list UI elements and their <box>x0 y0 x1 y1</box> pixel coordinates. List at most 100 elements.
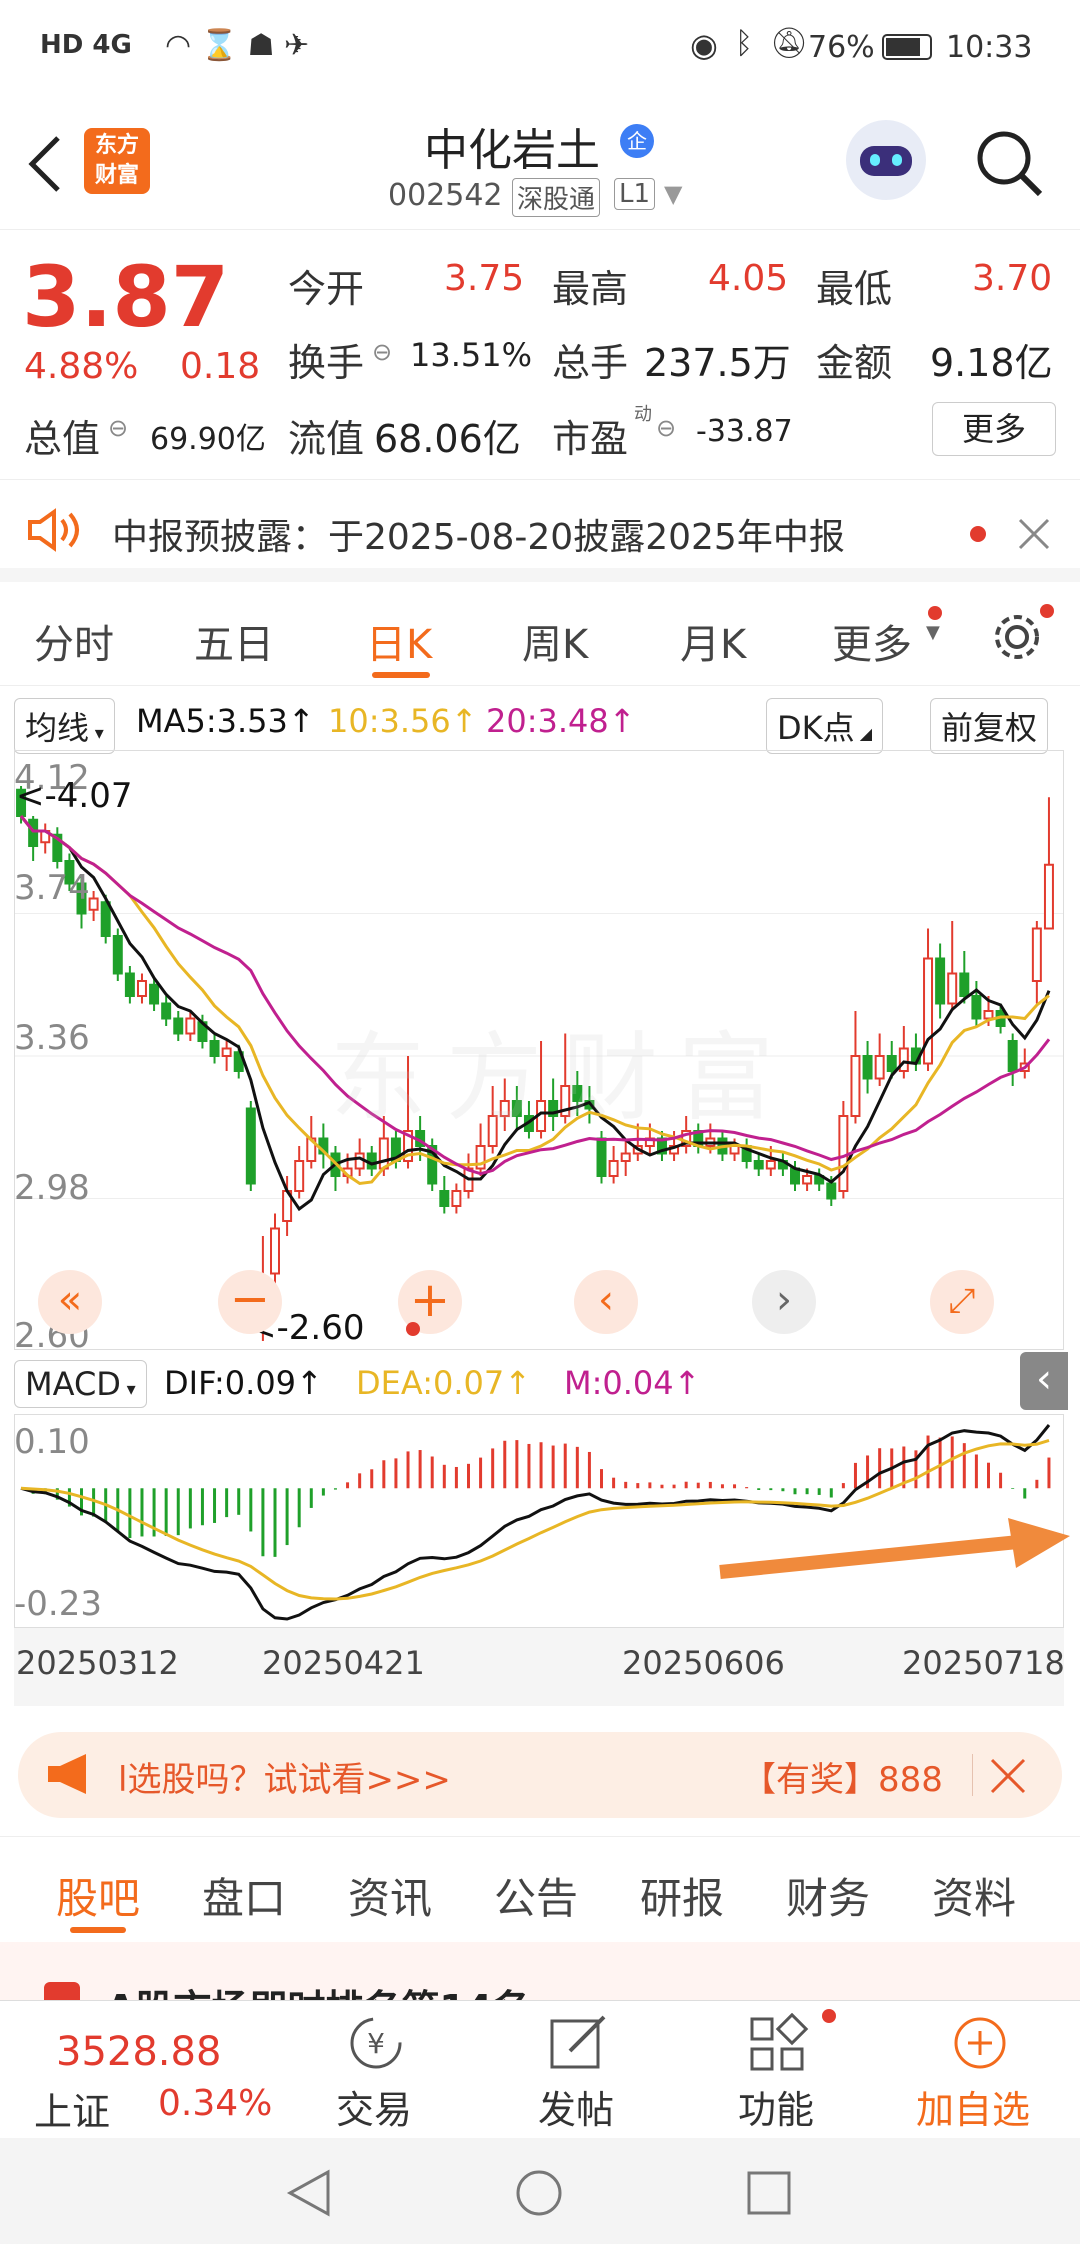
scroll-start-button[interactable]: « <box>38 1270 102 1334</box>
adjust-button[interactable]: 前复权 <box>930 698 1049 754</box>
nav-trade-label: 交易 <box>336 2088 413 2132</box>
recents-square-icon[interactable] <box>744 2168 794 2218</box>
chevron-down-icon: ▼ <box>926 622 940 643</box>
candle-body <box>1031 927 1042 982</box>
candle-body <box>100 901 111 937</box>
close-icon[interactable] <box>990 1758 1026 1794</box>
nav-trade[interactable]: ¥ 交易 <box>322 2007 428 2133</box>
notice-text: 中报预披露：于2025-08-20披露2025年中报 <box>112 517 845 558</box>
tab-orderbook[interactable]: 盘口 <box>202 1865 286 1926</box>
collapse-tab[interactable]: ‹ <box>1020 1352 1068 1410</box>
promo-reward: 【有奖】888 <box>742 1760 943 1800</box>
ma-selector[interactable]: 均线 ▾ <box>14 698 115 754</box>
candle-body <box>826 1182 837 1200</box>
ranking-icon <box>44 1982 80 2000</box>
mktcap-value: 69.90亿 <box>150 422 266 457</box>
prev-button[interactable]: ‹ <box>574 1270 638 1334</box>
ma10-text: 10:3.56 <box>328 702 451 740</box>
candle-body <box>28 818 39 847</box>
tab-profile[interactable]: 资料 <box>932 1865 1016 1926</box>
dk-point-button[interactable]: DK点 ◢ <box>766 698 884 754</box>
max-price-note: <-4.07 <box>16 776 133 816</box>
tab-announcements[interactable]: 公告 <box>494 1865 578 1926</box>
macd-selector-label: MACD <box>25 1365 121 1403</box>
y-label-3: 3.36 <box>14 1018 90 1058</box>
nav-functions[interactable]: 功能 <box>724 2007 836 2133</box>
macd-selector[interactable]: MACD ▾ <box>14 1360 147 1408</box>
tab-weekly-k[interactable]: 周K <box>522 612 588 670</box>
candle-body <box>378 1137 389 1170</box>
trend-arrow-annotation <box>719 1518 1070 1579</box>
date-label-4: 20250718 <box>902 1644 1065 1682</box>
tab-forum[interactable]: 股吧 <box>56 1865 140 1926</box>
tab-news[interactable]: 资讯 <box>348 1865 432 1926</box>
m-text: M:0.04 <box>564 1364 674 1402</box>
promo-banner[interactable]: l选股吗？试试看>>> 【有奖】888 <box>18 1732 1062 1818</box>
back-triangle-icon[interactable] <box>284 2168 334 2218</box>
speaker-icon <box>28 508 79 552</box>
ranking-text: A股市场即时排名第14名 <box>106 1978 530 2000</box>
tab-five-day[interactable]: 五日 <box>194 612 274 670</box>
turnover-label: 换手 <box>288 341 365 385</box>
low-value: 3.70 <box>972 258 1053 299</box>
mktcap-label: 总值 <box>24 417 101 461</box>
info-icon[interactable]: ⊖ <box>108 414 128 442</box>
index-value: 3528.88 <box>56 2029 222 2075</box>
ranking-peek[interactable]: A股市场即时排名第14名 <box>0 1942 1080 2000</box>
app-logo[interactable]: 东方 财富 <box>84 128 150 194</box>
high-value: 4.05 <box>708 258 789 299</box>
trade-icon: ¥ <box>350 2017 402 2069</box>
quote-panel: 3.87 4.88% 0.18 今开 3.75 最高 4.05 最低 3.70 … <box>0 232 1080 480</box>
dropdown-icon[interactable]: ▼ <box>664 180 682 208</box>
dif-text: DIF:0.09 <box>164 1364 297 1402</box>
candle-body <box>765 1160 776 1170</box>
tab-monthly-k[interactable]: 月K <box>680 612 746 670</box>
gear-icon[interactable] <box>990 610 1044 664</box>
info-icon[interactable]: ⊖ <box>656 414 676 442</box>
nav-post-label: 发帖 <box>538 2088 615 2132</box>
info-icon[interactable]: ⊖ <box>372 338 392 366</box>
close-icon[interactable] <box>1018 518 1050 550</box>
search-icon[interactable] <box>974 128 1046 200</box>
tab-more[interactable]: 更多 <box>832 612 912 670</box>
home-circle-icon[interactable] <box>514 2168 564 2218</box>
back-icon[interactable] <box>24 134 64 194</box>
nav-add-watchlist[interactable]: 加自选 <box>910 2007 1050 2133</box>
assistant-avatar[interactable] <box>846 120 926 200</box>
nav-post[interactable]: 发帖 <box>524 2007 630 2133</box>
next-button[interactable]: › <box>752 1270 816 1334</box>
zoom-out-button[interactable]: − <box>218 1270 282 1334</box>
fullscreen-icon[interactable]: ⤢ <box>930 1270 994 1334</box>
active-tab-indicator <box>372 672 430 678</box>
candle-body <box>753 1160 764 1170</box>
megaphone-icon <box>48 1754 86 1794</box>
mute-icon: 🔕︎ <box>770 26 809 61</box>
candle-body <box>596 1137 607 1177</box>
tab-research[interactable]: 研报 <box>640 1865 724 1926</box>
ma5-arrow: ↑ <box>287 702 315 740</box>
network-indicator: HD 4G <box>40 30 132 60</box>
candle-body <box>947 972 958 1005</box>
more-quote-button[interactable]: 更多 <box>932 402 1056 456</box>
candle-body <box>862 1055 873 1080</box>
section-tabs: 股吧 盘口 资讯 公告 研报 财务 资料 <box>0 1836 1080 1940</box>
current-price: 3.87 <box>22 248 230 346</box>
tab-daily-k[interactable]: 日K <box>366 612 432 670</box>
candle-body <box>790 1167 800 1185</box>
tab-financials[interactable]: 财务 <box>786 1865 870 1926</box>
system-nav <box>0 2138 1080 2244</box>
amount-value: 9.18亿 <box>930 341 1053 385</box>
notice-bar[interactable]: 中报预披露：于2025-08-20披露2025年中报 <box>0 482 1080 582</box>
candle-body <box>245 1107 256 1185</box>
candle-body <box>136 980 147 997</box>
nav-functions-label: 功能 <box>738 2088 815 2132</box>
float-value: 68.06亿 <box>374 417 521 461</box>
m-value: M:0.04↑ <box>564 1364 700 1402</box>
bluetooth-icon: ᛒ <box>735 26 753 61</box>
candle-body <box>439 1190 450 1207</box>
tab-intraday[interactable]: 分时 <box>34 612 114 670</box>
eye-icon: ◉ <box>690 26 718 64</box>
ma20-text: 20:3.48 <box>486 702 609 740</box>
candle-body <box>959 972 970 997</box>
enterprise-badge: 企 <box>620 124 654 158</box>
